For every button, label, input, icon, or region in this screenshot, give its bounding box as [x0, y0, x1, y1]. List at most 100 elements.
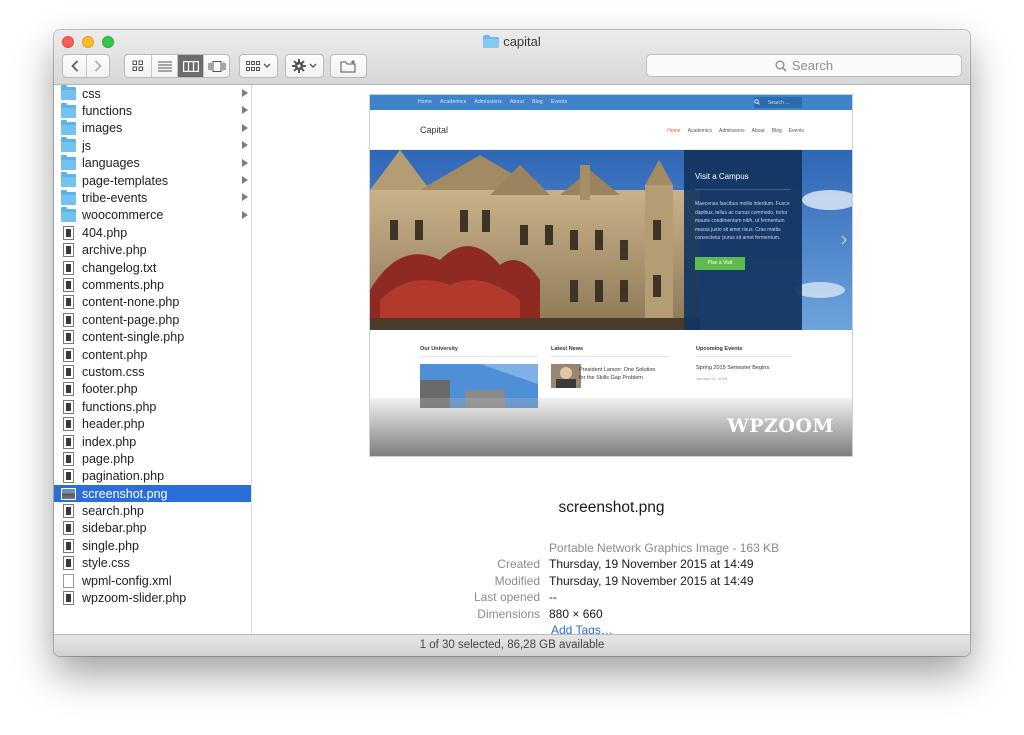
- file-row-content-php[interactable]: content.php: [54, 346, 251, 363]
- disclosure-triangle-icon[interactable]: [242, 123, 248, 132]
- file-row-functions-php[interactable]: functions.php: [54, 398, 251, 415]
- document-icon: [63, 556, 74, 571]
- file-row-css[interactable]: css: [54, 85, 251, 102]
- file-row-wpzoom-slider-php[interactable]: wpzoom-slider.php: [54, 589, 251, 606]
- thumb-col1-heading: Our University: [420, 346, 458, 352]
- file-row-tribe-events[interactable]: tribe-events: [54, 189, 251, 206]
- file-row-footer-php[interactable]: footer.php: [54, 381, 251, 398]
- file-row-search-php[interactable]: search.php: [54, 502, 251, 519]
- preview-thumbnail[interactable]: Home Academics Admissions About Blog Events S…: [369, 94, 853, 457]
- meta-value: 880 × 660: [549, 607, 603, 621]
- file-row-label: index.php: [82, 434, 137, 449]
- thumb-col3-heading: Upcoming Events: [696, 346, 743, 352]
- document-icon: [63, 504, 74, 519]
- file-row-label: custom.css: [82, 364, 145, 379]
- thumb-col2-rule: [551, 356, 669, 357]
- file-row-comments-php[interactable]: comments.php: [54, 276, 251, 293]
- file-row-label: pagination.php: [82, 469, 165, 484]
- file-row-custom-css[interactable]: custom.css: [54, 363, 251, 380]
- toolbar: capital Search: [54, 30, 970, 85]
- arrange-button[interactable]: [239, 54, 278, 78]
- file-row-label: comments.php: [82, 277, 164, 292]
- file-row-header-php[interactable]: header.php: [54, 415, 251, 432]
- folder-icon: [61, 102, 76, 118]
- disclosure-triangle-icon[interactable]: [242, 210, 248, 219]
- window-title-text: capital: [503, 34, 541, 49]
- new-folder-button[interactable]: [330, 54, 367, 78]
- meta-key: Dimensions: [477, 607, 540, 621]
- gear-icon: [292, 59, 306, 73]
- file-row-label: page.php: [82, 451, 135, 466]
- file-row-page-templates[interactable]: page-templates: [54, 172, 251, 189]
- file-row-label: woocommerce: [82, 208, 164, 223]
- file-list-column[interactable]: css functions images js languages page-templa…: [54, 85, 252, 634]
- disclosure-triangle-icon[interactable]: [242, 141, 248, 150]
- thumb-top-link: Admissions: [474, 99, 502, 105]
- file-row-404-php[interactable]: 404.php: [54, 224, 251, 241]
- file-row-screenshot-png[interactable]: screenshot.png: [54, 484, 251, 503]
- file-row-index-php[interactable]: index.php: [54, 433, 251, 450]
- file-row-pagination-php[interactable]: pagination.php: [54, 468, 251, 485]
- file-row-functions[interactable]: functions: [54, 102, 251, 119]
- document-icon: [63, 295, 74, 310]
- disclosure-triangle-icon[interactable]: [242, 89, 248, 97]
- file-row-label: changelog.txt: [82, 260, 157, 275]
- file-row-label: content-page.php: [82, 312, 180, 327]
- document-icon: [63, 538, 74, 553]
- thumb-menu-item: About: [751, 128, 765, 134]
- thumb-visit-panel: Visit a Campus Maecenas faucibus mollis …: [684, 150, 802, 330]
- action-button[interactable]: [285, 54, 324, 78]
- document-icon: [63, 330, 74, 345]
- file-row-single-php[interactable]: single.php: [54, 537, 251, 554]
- search-field[interactable]: Search: [646, 54, 962, 77]
- disclosure-triangle-icon[interactable]: [242, 175, 248, 184]
- column-view-button[interactable]: [177, 55, 203, 77]
- file-row-label: content-none.php: [82, 295, 180, 310]
- forward-button[interactable]: [86, 55, 109, 77]
- icon-view-button[interactable]: [125, 55, 151, 77]
- document-icon: [63, 364, 74, 379]
- file-row-page-php[interactable]: page.php: [54, 450, 251, 467]
- file-row-wpml-config-xml[interactable]: wpml-config.xml: [54, 572, 251, 589]
- file-row-woocommerce[interactable]: woocommerce: [54, 206, 251, 224]
- file-row-content-none-php[interactable]: content-none.php: [54, 294, 251, 311]
- list-view-button[interactable]: [151, 55, 177, 77]
- meta-value: Thursday, 19 November 2015 at 14:49: [549, 557, 754, 571]
- action-button-inner[interactable]: [286, 55, 323, 77]
- arrange-button-inner[interactable]: [240, 55, 277, 77]
- folder-icon: [61, 172, 76, 188]
- preview-pane: Home Academics Admissions About Blog Events S…: [253, 85, 970, 637]
- file-row-label: functions: [82, 104, 133, 119]
- file-row-label: wpzoom-slider.php: [82, 591, 187, 606]
- thumb-top-links: Home Academics Admissions About Blog Events: [418, 99, 575, 105]
- file-row-languages[interactable]: languages: [54, 154, 251, 172]
- disclosure-triangle-icon[interactable]: [242, 158, 248, 167]
- file-row-label: screenshot.png: [82, 486, 168, 501]
- thumb-menu-item: Academics: [687, 128, 713, 134]
- disclosure-triangle-icon[interactable]: [242, 193, 248, 202]
- disclosure-triangle-icon[interactable]: [242, 106, 248, 115]
- thumb-plan-visit-button: Plan a Visit: [695, 256, 745, 270]
- search-icon: [775, 60, 787, 72]
- file-row-label: style.css: [82, 556, 130, 571]
- document-icon: [63, 451, 74, 466]
- file-row-archive-php[interactable]: archive.php: [54, 242, 251, 259]
- file-row-images[interactable]: images: [54, 119, 251, 137]
- back-button[interactable]: [63, 55, 86, 77]
- new-folder-icon: [340, 59, 356, 72]
- file-row-content-page-php[interactable]: content-page.php: [54, 311, 251, 328]
- document-icon: [63, 382, 74, 397]
- thumb-top-link: Home: [418, 99, 433, 105]
- thumb-panel-title: Visit a Campus: [695, 172, 749, 181]
- file-row-sidebar-php[interactable]: sidebar.php: [54, 520, 251, 537]
- folder-icon: [61, 137, 76, 153]
- file-row-label: sidebar.php: [82, 521, 147, 536]
- cover-flow-button[interactable]: [203, 55, 229, 77]
- new-folder-button-inner[interactable]: [331, 55, 366, 77]
- file-row-changelog-txt[interactable]: changelog.txt: [54, 259, 251, 276]
- chevron-down-icon: [263, 63, 271, 68]
- icon-view-icon: [132, 60, 143, 71]
- file-row-content-single-php[interactable]: content-single.php: [54, 328, 251, 345]
- file-row-style-css[interactable]: style.css: [54, 555, 251, 572]
- file-row-js[interactable]: js: [54, 137, 251, 154]
